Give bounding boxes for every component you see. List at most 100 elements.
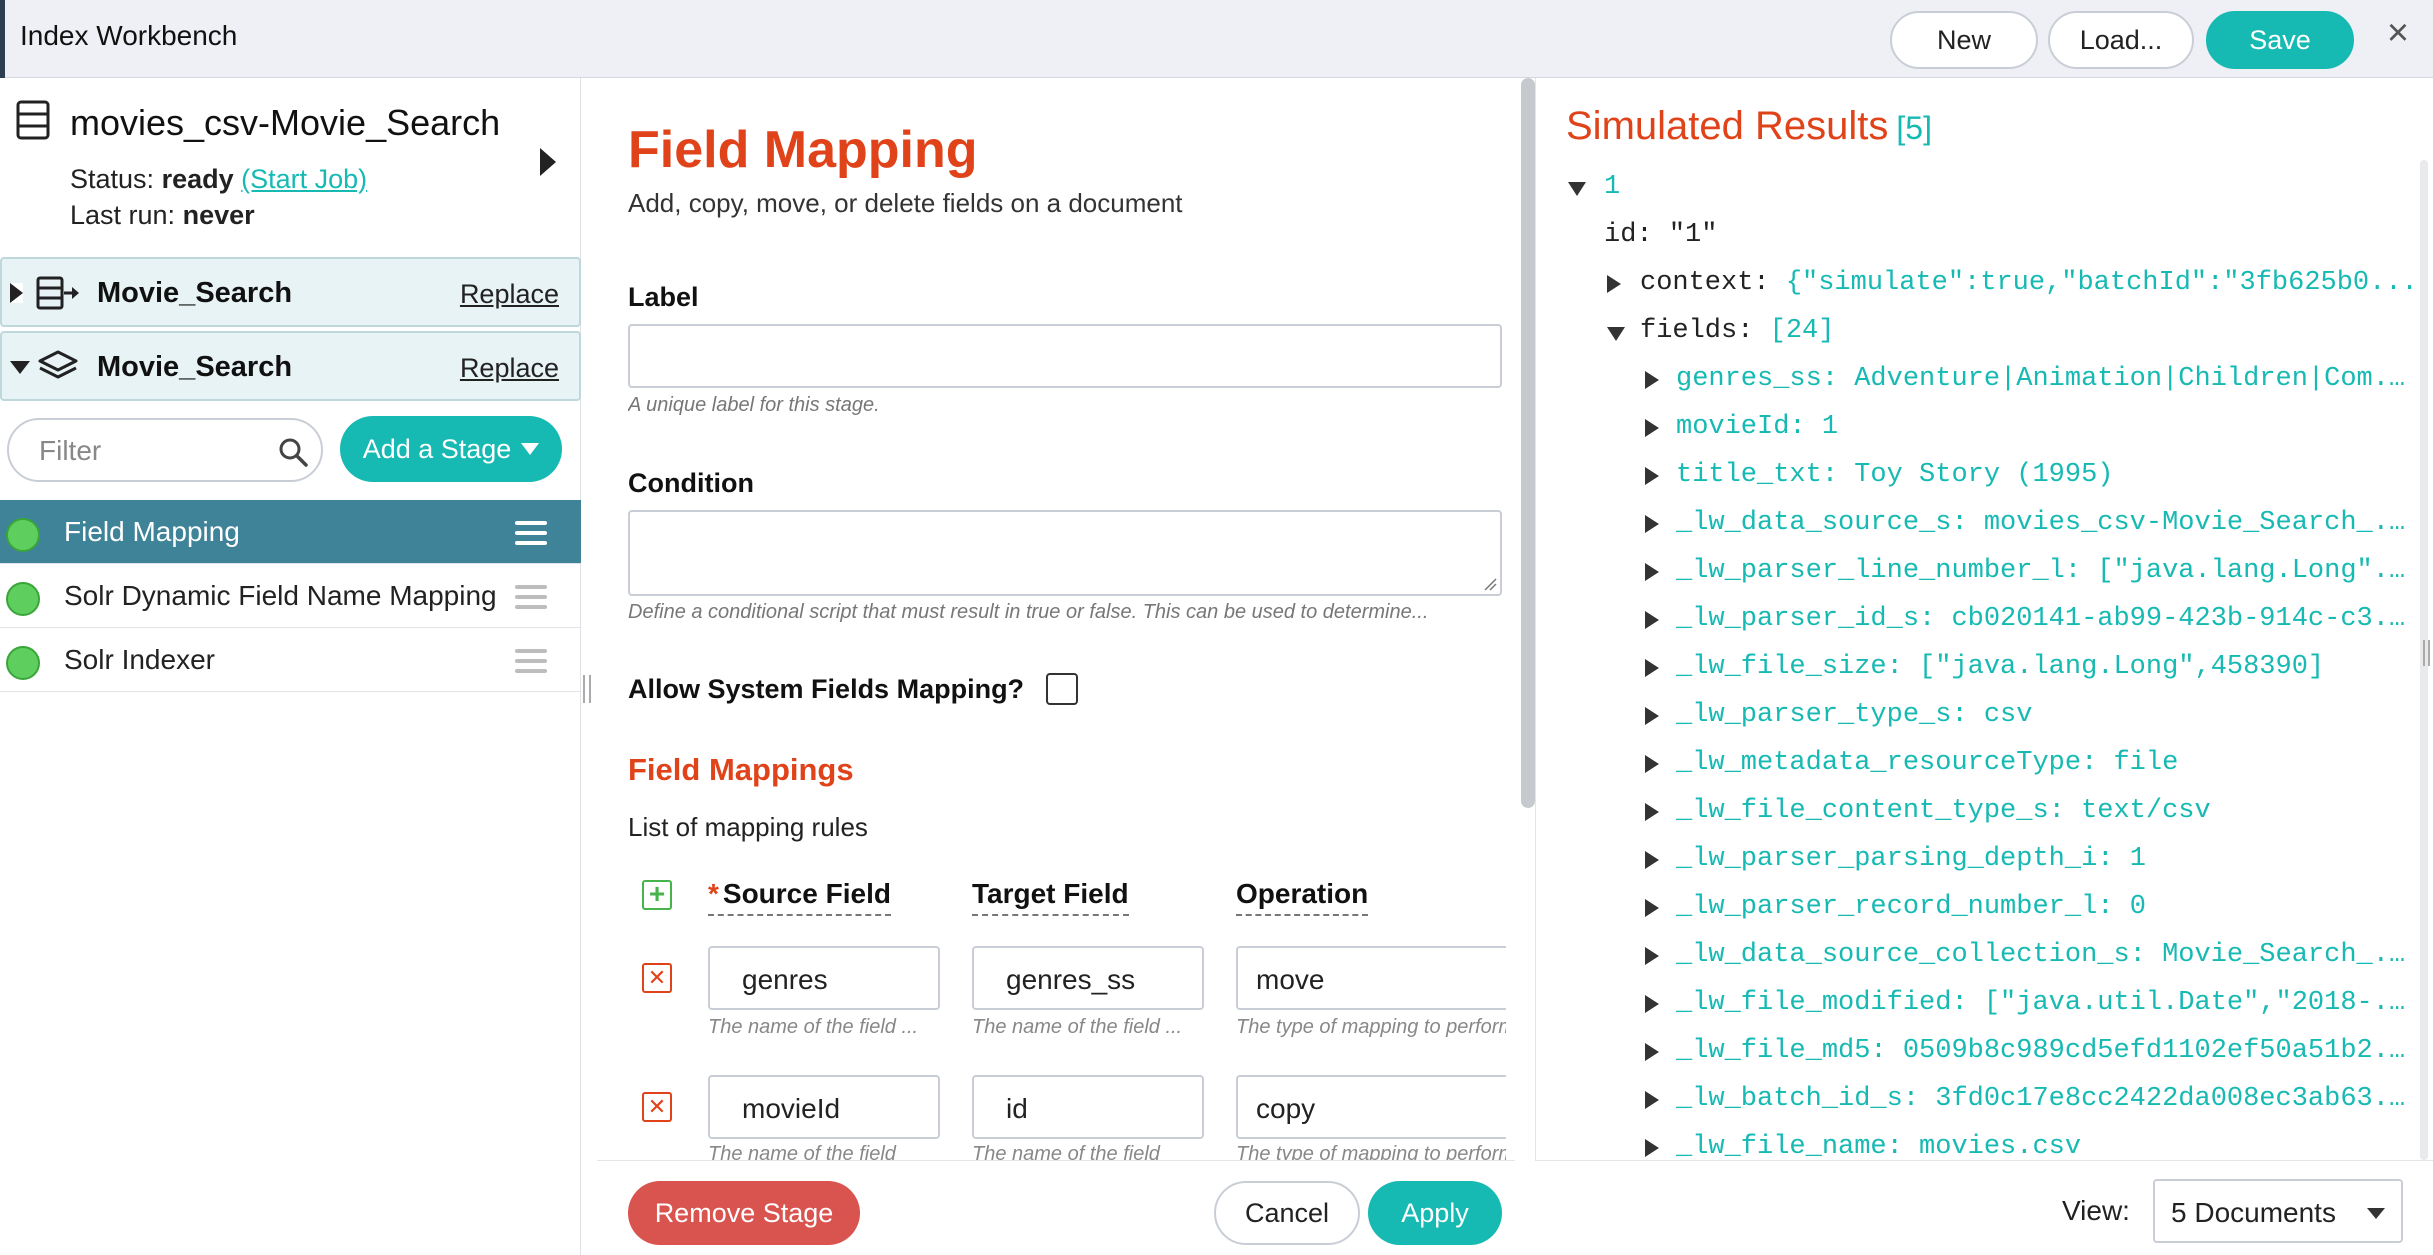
target-field-input[interactable]: genres_ss	[972, 946, 1204, 1010]
result-field-row[interactable]: _lw_data_source_s: movies_csv-Movie_Sear…	[1676, 508, 2418, 548]
expand-field-icon[interactable]	[1645, 947, 1659, 965]
pipeline-section[interactable]: Movie_Search Replace	[0, 331, 581, 401]
expand-field-icon[interactable]	[1645, 419, 1659, 437]
filter-input[interactable]	[39, 432, 259, 470]
apply-button[interactable]: Apply	[1368, 1181, 1502, 1245]
field-value: ["java.util.Date","2018-...	[1983, 988, 2418, 1018]
fields-row[interactable]: fields: [24]	[1640, 316, 1834, 356]
add-mapping-icon[interactable]: +	[642, 880, 672, 910]
collapse-doc-icon[interactable]	[1568, 182, 1586, 196]
result-field-row[interactable]: _lw_file_size: ["java.lang.Long",458390]	[1676, 652, 2418, 692]
expand-field-icon[interactable]	[1645, 1043, 1659, 1061]
datasource-section[interactable]: Movie_Search Replace	[0, 257, 581, 327]
collapse-fields-icon[interactable]	[1607, 327, 1625, 341]
expand-field-icon[interactable]	[1645, 467, 1659, 485]
allow-system-checkbox[interactable]	[1046, 673, 1078, 705]
stage-solr-dynamic-field-name-mapping[interactable]: Solr Dynamic Field Name Mapping	[0, 564, 581, 628]
context-row[interactable]: context: {"simulate":true,"batchId":"3fb…	[1640, 268, 2420, 308]
load-button[interactable]: Load...	[2048, 11, 2194, 69]
expand-field-icon[interactable]	[1645, 659, 1659, 677]
expand-field-icon[interactable]	[1645, 1139, 1659, 1157]
expand-field-icon[interactable]	[1645, 803, 1659, 821]
result-field-row[interactable]: _lw_parser_parsing_depth_i: 1	[1676, 844, 2418, 884]
expand-field-icon[interactable]	[1645, 1091, 1659, 1109]
result-field-row[interactable]: _lw_file_modified: ["java.util.Date","20…	[1676, 988, 2418, 1028]
result-field-row[interactable]: genres_ss: Adventure|Animation|Children|…	[1676, 364, 2418, 404]
field-key: movieId:	[1676, 412, 1806, 442]
view-label: View:	[2062, 1195, 2130, 1226]
result-field-row[interactable]: _lw_file_content_type_s: text/csv	[1676, 796, 2418, 836]
drag-handle-icon[interactable]	[515, 521, 547, 545]
source-field-input[interactable]: movieId	[708, 1075, 940, 1139]
source-field-header-label: Source Field	[722, 878, 891, 909]
view-documents-select[interactable]: 5 Documents	[2153, 1179, 2403, 1243]
status-value: ready	[161, 164, 234, 194]
expand-field-icon[interactable]	[1645, 755, 1659, 773]
source-field-input[interactable]: genres	[708, 946, 940, 1010]
replace-datasource-link[interactable]: Replace	[460, 279, 559, 310]
operation-select[interactable]: copy	[1236, 1075, 1506, 1139]
condition-textarea[interactable]	[628, 510, 1502, 596]
result-field-row[interactable]: _lw_data_source_collection_s: Movie_Sear…	[1676, 940, 2418, 980]
result-field-row[interactable]: _lw_batch_id_s: 3fd0c17e8cc2422da008ec3a…	[1676, 1084, 2418, 1124]
field-value: Toy Story (1995)	[1854, 460, 2114, 490]
stage-solr-indexer[interactable]: Solr Indexer	[0, 628, 581, 692]
result-field-row[interactable]: _lw_file_md5: 0509b8c989cd5efd1102ef50a5…	[1676, 1036, 2418, 1076]
result-field-row[interactable]: _lw_parser_line_number_l: ["java.lang.Lo…	[1676, 556, 2418, 596]
field-value: 1	[1821, 412, 1839, 442]
resize-grip-icon[interactable]	[1483, 577, 1497, 591]
remove-stage-button[interactable]: Remove Stage	[628, 1181, 860, 1245]
search-icon[interactable]	[277, 436, 309, 468]
expand-field-icon[interactable]	[1645, 371, 1659, 389]
panel-resize-handle[interactable]	[583, 675, 595, 705]
fields-count: [24]	[1769, 316, 1835, 346]
stage-status-icon	[6, 518, 40, 552]
drag-handle-icon[interactable]	[515, 649, 547, 673]
field-key: _lw_parser_type_s:	[1676, 700, 1968, 730]
result-field-row[interactable]: _lw_parser_type_s: csv	[1676, 700, 2418, 740]
result-field-row[interactable]: title_txt: Toy Story (1995)	[1676, 460, 2418, 500]
expand-field-icon[interactable]	[1645, 515, 1659, 533]
target-field-input[interactable]: id	[972, 1075, 1204, 1139]
expand-field-icon[interactable]	[1645, 851, 1659, 869]
start-job-link[interactable]: (Start Job)	[241, 164, 367, 194]
drag-handle-icon[interactable]	[515, 585, 547, 609]
operation-select[interactable]: move	[1236, 946, 1506, 1010]
expand-field-icon[interactable]	[1645, 995, 1659, 1013]
stage-field-mapping[interactable]: Field Mapping	[0, 500, 581, 564]
results-resize-handle[interactable]	[2423, 640, 2433, 666]
field-key: _lw_file_name:	[1676, 1132, 1903, 1162]
replace-pipeline-link[interactable]: Replace	[460, 353, 559, 384]
cancel-button[interactable]: Cancel	[1214, 1181, 1360, 1245]
stage-name: Solr Dynamic Field Name Mapping	[64, 580, 497, 611]
collapse-caret-icon[interactable]	[10, 361, 30, 374]
field-value: 0509b8c989cd5efd1102ef50a51b2...	[1902, 1036, 2418, 1066]
result-field-row[interactable]: _lw_parser_id_s: cb020141-ab99-423b-914c…	[1676, 604, 2418, 644]
expand-caret-icon[interactable]	[10, 283, 23, 303]
field-key: _lw_parser_id_s:	[1676, 604, 1936, 634]
new-button[interactable]: New	[1890, 11, 2038, 69]
results-count: [5]	[1896, 110, 1932, 146]
field-value: movies.csv	[1919, 1132, 2082, 1162]
collapse-panel-icon[interactable]	[540, 148, 556, 176]
result-field-row[interactable]: movieId: 1	[1676, 412, 2418, 452]
save-button[interactable]: Save	[2206, 11, 2354, 69]
field-value: ["java.lang.Long"...	[2097, 556, 2418, 586]
expand-field-icon[interactable]	[1645, 563, 1659, 581]
top-bar: Index Workbench New Load... Save ×	[0, 0, 2433, 78]
delete-mapping-icon[interactable]: ✕	[642, 1092, 672, 1122]
result-field-row[interactable]: _lw_metadata_resourceType: file	[1676, 748, 2418, 788]
doc-index[interactable]: 1	[1604, 172, 1620, 212]
label-input[interactable]	[628, 324, 1502, 388]
expand-field-icon[interactable]	[1645, 611, 1659, 629]
stage-filter[interactable]	[7, 418, 323, 482]
result-field-row[interactable]: _lw_parser_record_number_l: 0	[1676, 892, 2418, 932]
expand-field-icon[interactable]	[1645, 707, 1659, 725]
field-key: _lw_file_size:	[1676, 652, 1903, 682]
add-stage-button[interactable]: Add a Stage	[340, 416, 562, 482]
expand-context-icon[interactable]	[1607, 275, 1621, 293]
expand-field-icon[interactable]	[1645, 899, 1659, 917]
middle-scrollbar[interactable]	[1521, 78, 1535, 808]
delete-mapping-icon[interactable]: ✕	[642, 963, 672, 993]
close-icon[interactable]: ×	[2378, 12, 2418, 55]
